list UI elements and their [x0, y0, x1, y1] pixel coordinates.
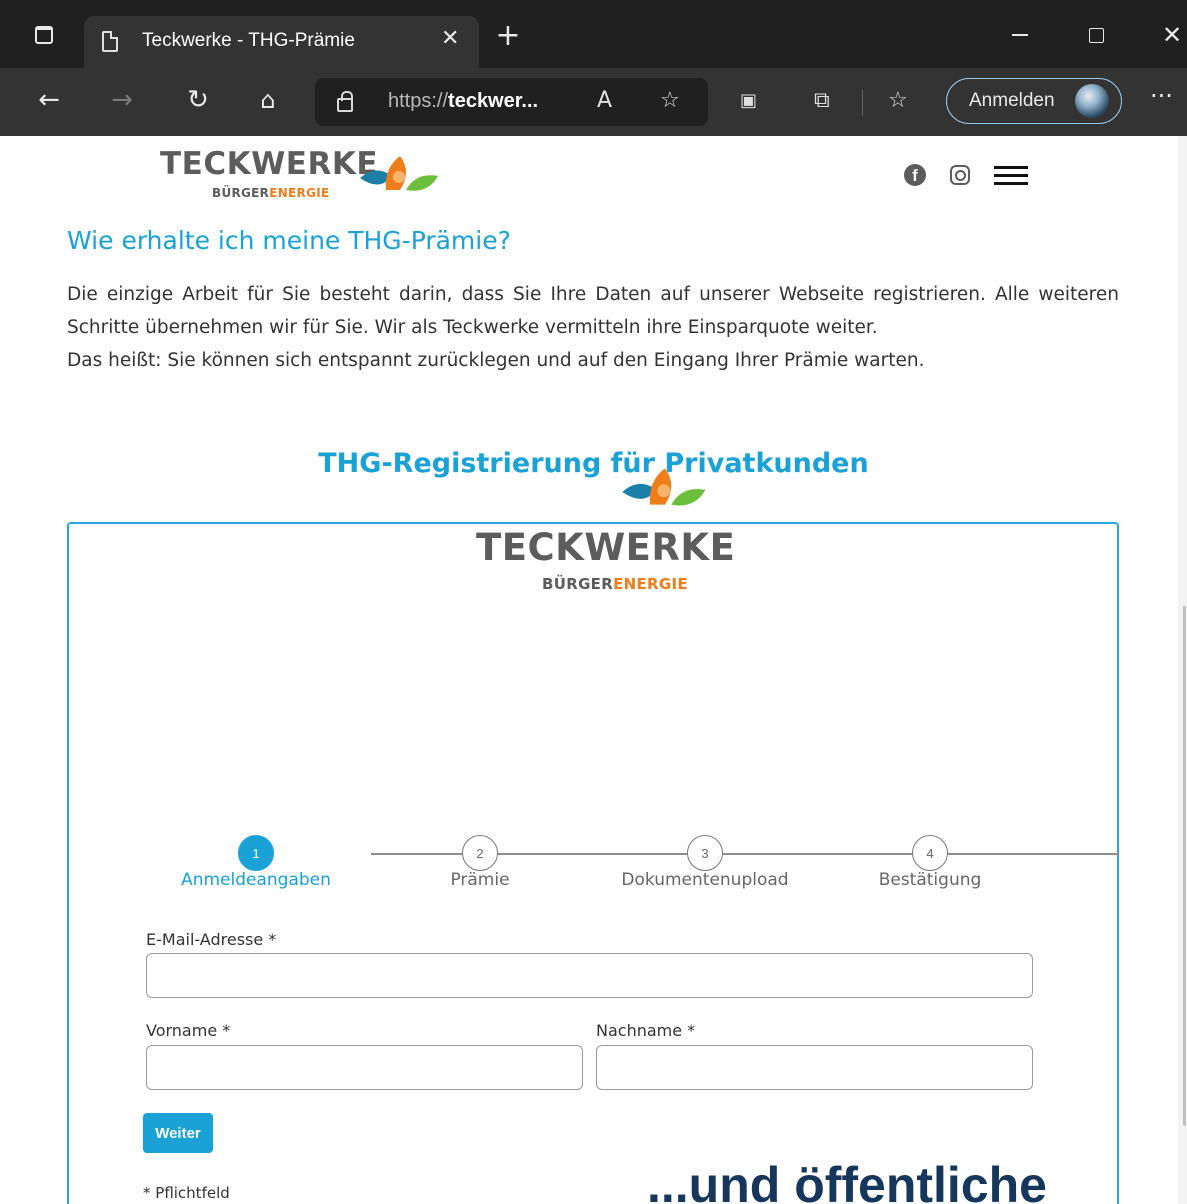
- required-field-note: * Pflichtfeld: [143, 1184, 230, 1202]
- reload-icon[interactable]: ↻: [176, 78, 220, 122]
- firstname-field[interactable]: [146, 1045, 583, 1090]
- step-1-label[interactable]: Anmeldeangaben: [146, 870, 366, 890]
- sign-in-label: Anmelden: [969, 90, 1055, 111]
- step-2-label[interactable]: Prämie: [370, 870, 590, 890]
- step-connector: [497, 853, 687, 855]
- step-connector: [721, 853, 913, 855]
- step-1-indicator[interactable]: 1: [238, 835, 274, 871]
- intro-paragraph: Das heißt: Sie können sich entspannt zur…: [67, 350, 925, 371]
- intro-text: Die einzige Arbeit für Sie besteht darin…: [67, 278, 1119, 377]
- toolbar-divider: [862, 90, 863, 116]
- extension-icon[interactable]: ▣: [740, 90, 757, 111]
- leaf-logo-icon: [360, 156, 438, 191]
- scrollbar-thumb[interactable]: [1183, 606, 1186, 1126]
- step-3-label[interactable]: Dokumentenupload: [595, 870, 815, 890]
- close-tab-icon[interactable]: ✕: [441, 26, 459, 51]
- read-aloud-icon[interactable]: A: [597, 88, 612, 113]
- email-label: E-Mail-Adresse *: [146, 930, 277, 949]
- slide-caption: ...und öffentliche: [647, 1157, 1047, 1204]
- add-favorite-icon[interactable]: ☆: [660, 88, 680, 113]
- hamburger-menu-icon[interactable]: [994, 166, 1028, 190]
- extensions-puzzle-icon[interactable]: ⧉: [814, 88, 830, 113]
- step-connector: [947, 853, 1119, 855]
- lock-icon[interactable]: [337, 91, 353, 112]
- step-connector: [371, 853, 463, 855]
- logo-wordmark: TECKWERKE: [476, 526, 736, 569]
- lastname-field[interactable]: [596, 1045, 1033, 1090]
- lastname-label: Nachname *: [596, 1021, 696, 1040]
- tab-title: Teckwerke - THG-Prämie: [142, 30, 355, 51]
- instagram-icon[interactable]: [950, 165, 970, 185]
- favorites-icon[interactable]: ☆: [888, 88, 908, 113]
- back-icon[interactable]: ←: [27, 78, 71, 122]
- step-4-label[interactable]: Bestätigung: [820, 870, 1040, 890]
- firstname-label: Vorname *: [146, 1021, 231, 1040]
- facebook-icon[interactable]: f: [904, 164, 926, 186]
- page-scrollbar[interactable]: [1178, 136, 1187, 1204]
- browser-toolbar: ← → ↻ ⌂ https://teckwer... A ☆ ▣ ⧉ ☆ Anm…: [0, 68, 1187, 136]
- logo-subtitle: BÜRGERENERGIE: [542, 575, 688, 593]
- home-icon[interactable]: ⌂: [246, 78, 290, 122]
- logo-wordmark: TECKWERKE: [160, 146, 379, 182]
- more-menu-icon[interactable]: ···: [1150, 82, 1173, 110]
- url-text[interactable]: https://teckwer...: [388, 90, 538, 113]
- forward-icon[interactable]: →: [100, 78, 144, 122]
- registration-form-card: [67, 522, 1119, 1204]
- section-heading: Wie erhalte ich meine THG-Prämie?: [67, 226, 511, 255]
- step-3-indicator[interactable]: 3: [687, 835, 723, 871]
- logo-subtitle: BÜRGERENERGIE: [212, 186, 330, 200]
- leaf-logo-icon: [622, 468, 706, 506]
- next-button[interactable]: Weiter: [143, 1113, 213, 1153]
- page-icon: [102, 31, 118, 52]
- profile-avatar: [1075, 84, 1109, 118]
- minimize-icon[interactable]: [1000, 10, 1040, 60]
- new-tab-icon[interactable]: +: [488, 10, 528, 60]
- maximize-icon[interactable]: [1076, 10, 1116, 60]
- web-page: TECKWERKE BÜRGERENERGIE f Wie erhalte ic…: [0, 136, 1187, 1204]
- email-field[interactable]: [146, 953, 1033, 998]
- form-logo: TECKWERKE BÜRGERENERGIE: [474, 462, 736, 602]
- step-4-indicator[interactable]: 4: [912, 835, 948, 871]
- close-window-icon[interactable]: ✕: [1152, 10, 1187, 60]
- active-tab[interactable]: Teckwerke - THG-Prämie ✕: [84, 16, 479, 68]
- address-bar[interactable]: https://teckwer...: [315, 78, 708, 126]
- step-2-indicator[interactable]: 2: [462, 835, 498, 871]
- teckwerke-logo[interactable]: TECKWERKE BÜRGERENERGIE: [160, 146, 450, 212]
- intro-paragraph: Die einzige Arbeit für Sie besteht darin…: [67, 284, 1119, 338]
- sign-in-button[interactable]: Anmelden: [946, 78, 1122, 124]
- browser-tab-bar: Teckwerke - THG-Prämie ✕ + ✕: [0, 0, 1187, 68]
- tab-actions-icon[interactable]: [24, 10, 64, 60]
